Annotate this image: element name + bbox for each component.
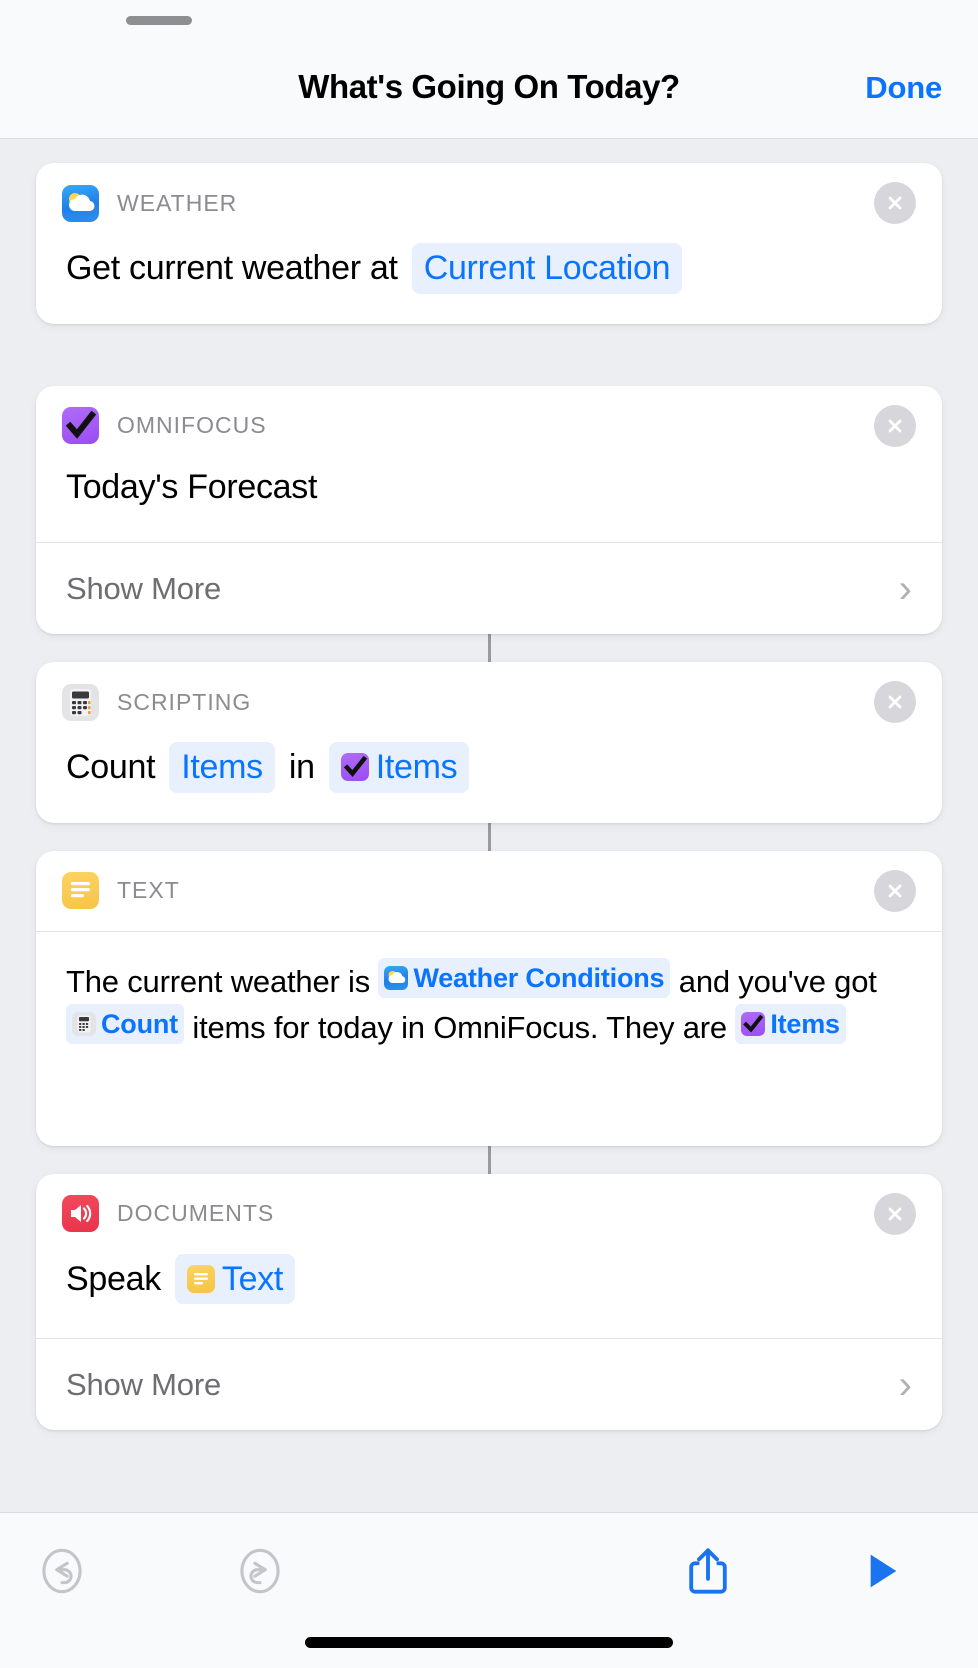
close-icon[interactable] xyxy=(874,1192,916,1235)
show-more-row[interactable]: Show More › xyxy=(36,542,942,634)
category-label: TEXT xyxy=(117,877,180,903)
play-icon[interactable] xyxy=(840,1531,920,1611)
action-connector xyxy=(487,1145,491,1174)
text-segment-1: The current weather is xyxy=(66,963,379,999)
variable-token-items[interactable]: Items xyxy=(735,1003,846,1044)
weather-icon xyxy=(62,184,99,222)
undo-icon[interactable] xyxy=(22,1531,102,1611)
page-title: What's Going On Today? xyxy=(298,68,680,105)
action-connector xyxy=(487,822,491,851)
card-body: Speak Text xyxy=(36,1253,942,1339)
action-text: Today's Forecast xyxy=(66,466,916,509)
action-prefix: Today's Forecast xyxy=(66,467,318,506)
action-card-documents[interactable]: DOCUMENTS Speak Text Show More › xyxy=(36,1173,942,1430)
calculator-icon xyxy=(72,1011,96,1036)
text-lines-icon xyxy=(62,872,99,909)
card-header: OMNIFOCUS xyxy=(36,386,942,466)
share-icon[interactable] xyxy=(668,1531,748,1611)
text-segment-2: and you've got xyxy=(670,963,877,999)
speaker-icon xyxy=(62,1195,99,1232)
close-icon[interactable] xyxy=(874,404,916,447)
action-text: Speak Text xyxy=(66,1253,916,1304)
bottom-toolbar xyxy=(0,1512,978,1668)
token-label: Items xyxy=(375,748,458,786)
calculator-icon xyxy=(62,683,99,721)
parameter-token-text-variable[interactable]: Text xyxy=(174,1253,296,1304)
parameter-token-items-variable[interactable]: Items xyxy=(328,742,470,793)
action-card-omnifocus[interactable]: OMNIFOCUS Today's Forecast Show More › xyxy=(36,385,942,634)
actions-list[interactable]: WEATHER Get current weather at Current L… xyxy=(0,139,978,1512)
action-prefix: Get current weather at xyxy=(66,249,398,287)
category-label: WEATHER xyxy=(117,189,238,216)
card-body: Get current weather at Current Location xyxy=(36,243,942,324)
show-more-row[interactable]: Show More › xyxy=(36,1338,942,1430)
category-label: DOCUMENTS xyxy=(117,1200,275,1226)
action-card-scripting[interactable]: SCRIPTING Count Items in Items xyxy=(36,662,942,823)
category-label: SCRIPTING xyxy=(117,688,252,715)
variable-token-weather-conditions[interactable]: Weather Conditions xyxy=(378,957,671,998)
card-body: Today's Forecast xyxy=(36,466,942,543)
omnifocus-checkmark-icon xyxy=(741,1011,766,1036)
show-more-label: Show More xyxy=(66,570,221,606)
action-prefix: Speak xyxy=(66,1259,161,1298)
chevron-right-icon: › xyxy=(898,1362,912,1407)
text-segment-3: items for today in OmniFocus. They are xyxy=(183,1009,736,1045)
show-more-label: Show More xyxy=(66,1366,221,1402)
token-label: Count xyxy=(101,1008,178,1039)
omnifocus-checkmark-icon xyxy=(340,753,369,782)
parameter-token-items-input[interactable]: Items xyxy=(169,742,275,793)
action-text: Get current weather at Current Location xyxy=(66,243,916,294)
action-connector xyxy=(487,634,491,662)
card-header: DOCUMENTS xyxy=(36,1174,942,1254)
navigation-bar: What's Going On Today? Done xyxy=(0,60,978,130)
text-lines-icon xyxy=(186,1264,215,1293)
home-indicator xyxy=(305,1637,673,1648)
card-body: Count Items in Items xyxy=(36,742,942,823)
card-header: TEXT xyxy=(36,851,942,931)
action-prefix: Count xyxy=(66,748,156,786)
omnifocus-checkmark-icon xyxy=(62,407,99,444)
redo-icon[interactable] xyxy=(220,1531,300,1611)
action-card-text[interactable]: TEXT The current weather is Weather Cond… xyxy=(36,850,942,1146)
close-icon[interactable] xyxy=(874,869,916,912)
close-icon[interactable] xyxy=(874,182,916,224)
shortcut-editor-sheet: What's Going On Today? Done WEATHER Get … xyxy=(0,0,978,1668)
token-label: Weather Conditions xyxy=(413,962,665,993)
token-label: Text xyxy=(221,1259,284,1298)
action-card-weather[interactable]: WEATHER Get current weather at Current L… xyxy=(36,163,942,324)
chevron-right-icon: › xyxy=(898,566,912,611)
action-middle-word: in xyxy=(288,748,315,786)
parameter-token-current-location[interactable]: Current Location xyxy=(411,243,683,294)
sheet-grabber-handle[interactable] xyxy=(126,16,192,25)
action-text: Count Items in Items xyxy=(66,742,916,793)
text-content: The current weather is Weather Condition… xyxy=(66,957,914,1050)
weather-icon xyxy=(384,965,409,990)
done-button[interactable]: Done xyxy=(865,70,942,106)
sheet-header: What's Going On Today? Done xyxy=(0,0,978,139)
category-label: OMNIFOCUS xyxy=(117,412,267,438)
variable-token-count[interactable]: Count xyxy=(66,1003,184,1044)
card-header: SCRIPTING xyxy=(36,662,942,742)
close-icon[interactable] xyxy=(874,681,916,723)
text-input-area[interactable]: The current weather is Weather Condition… xyxy=(36,930,942,1146)
token-label: Items xyxy=(770,1008,840,1039)
card-header: WEATHER xyxy=(36,163,942,243)
